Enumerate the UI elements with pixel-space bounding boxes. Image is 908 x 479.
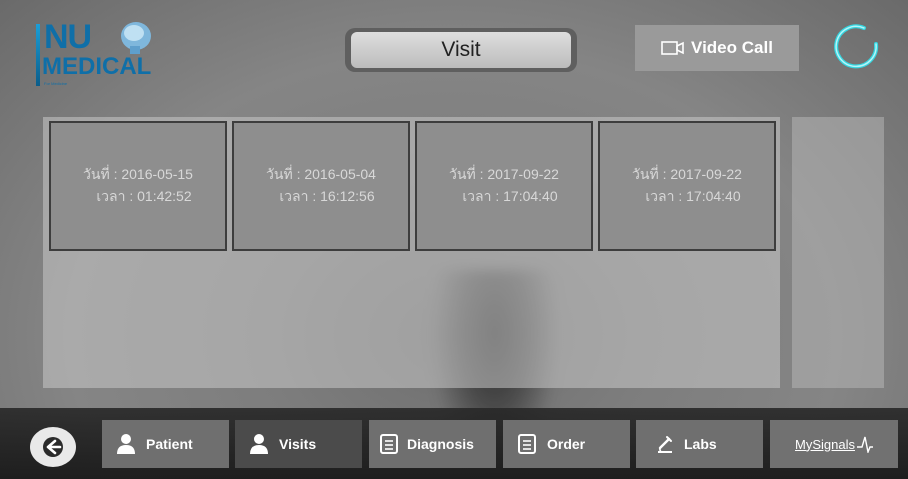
visit-card[interactable]: วันที่ : 2017-09-22 เวลา : 17:04:40 [598, 121, 776, 251]
arrow-left-icon [43, 437, 63, 457]
app-screen: NU MEDICAL For Medicine Visit Video Call… [0, 0, 908, 479]
back-button[interactable] [30, 427, 76, 467]
visit-time: เวลา : 16:12:56 [279, 188, 375, 204]
side-panel [792, 117, 884, 388]
logo-bar [36, 24, 40, 86]
nav-visits-button[interactable]: Visits [235, 420, 362, 468]
logo-text-nu: NU [44, 18, 92, 56]
logo-tagline: For Medicine [44, 81, 68, 86]
video-call-label: Video Call [691, 38, 773, 57]
nav-labs-label: Labs [684, 436, 717, 452]
person-icon [117, 434, 135, 454]
mysignals-label: MySignals [795, 436, 855, 452]
nav-patient-button[interactable]: Patient [102, 420, 229, 468]
person-icon [250, 434, 268, 454]
loading-ring-icon [834, 24, 879, 69]
visit-date: วันที่ : 2017-09-22 [449, 166, 559, 182]
visit-date: วันที่ : 2016-05-15 [83, 166, 193, 182]
pulse-icon [856, 436, 873, 453]
document-icon [518, 434, 536, 454]
logo-text-medical: MEDICAL [42, 53, 152, 80]
visit-card[interactable]: วันที่ : 2017-09-22 เวลา : 17:04:40 [415, 121, 593, 251]
visit-card[interactable]: วันที่ : 2016-05-04 เวลา : 16:12:56 [232, 121, 410, 251]
app-logo: NU MEDICAL For Medicine [36, 20, 171, 92]
video-call-button[interactable]: Video Call [635, 25, 799, 71]
visit-time: เวลา : 17:04:40 [462, 188, 558, 204]
nav-visits-label: Visits [279, 436, 317, 452]
visit-time: เวลา : 01:42:52 [96, 188, 192, 204]
nav-diagnosis-label: Diagnosis [407, 436, 474, 452]
brain-head-icon [121, 22, 151, 54]
mysignals-button[interactable]: MySignals [770, 420, 898, 468]
visit-cards: วันที่ : 2016-05-15 เวลา : 01:42:52 วันท… [49, 121, 776, 251]
page-title: Visit [351, 32, 571, 68]
visit-date: วันที่ : 2016-05-04 [266, 166, 376, 182]
microscope-icon [658, 436, 672, 453]
nav-diagnosis-button[interactable]: Diagnosis [369, 420, 496, 468]
nav-order-label: Order [547, 436, 586, 452]
nav-patient-label: Patient [146, 436, 193, 452]
visit-card[interactable]: วันที่ : 2016-05-15 เวลา : 01:42:52 [49, 121, 227, 251]
page-title-frame: Visit [345, 28, 577, 72]
nav-order-button[interactable]: Order [503, 420, 630, 468]
video-camera-icon [661, 41, 684, 55]
visit-time: เวลา : 17:04:40 [645, 188, 741, 204]
document-icon [380, 434, 398, 454]
visit-date: วันที่ : 2017-09-22 [632, 166, 742, 182]
nav-labs-button[interactable]: Labs [636, 420, 763, 468]
